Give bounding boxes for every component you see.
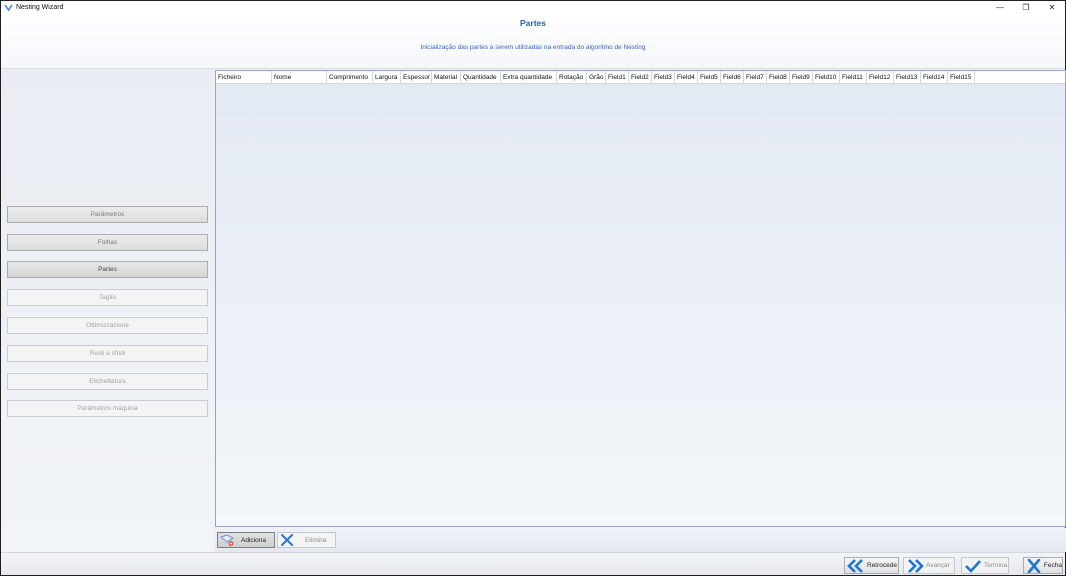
- close-label: Fecha: [1043, 562, 1062, 569]
- column-header[interactable]: Field7: [744, 71, 767, 84]
- column-header[interactable]: Field8: [767, 71, 790, 84]
- nav-step-folhas[interactable]: Folhas: [7, 234, 208, 251]
- nav-step-taglio: Taglio: [7, 289, 208, 306]
- column-header[interactable]: Quantidade: [461, 71, 501, 84]
- column-header[interactable]: Field13: [894, 71, 921, 84]
- double-chevron-right-icon: [905, 558, 925, 573]
- close-window-button[interactable]: ✕: [1039, 1, 1065, 13]
- next-label: Avançar: [926, 562, 950, 569]
- column-header[interactable]: Comprimento: [327, 71, 373, 84]
- column-header[interactable]: Field14: [921, 71, 948, 84]
- column-header[interactable]: Field5: [698, 71, 721, 84]
- restore-button[interactable]: ❐: [1013, 1, 1039, 13]
- app-logo-icon: [4, 3, 13, 12]
- finish-button[interactable]: Termina: [961, 557, 1009, 574]
- delete-part-button[interactable]: Elimina: [277, 532, 336, 548]
- wizard-step-nav: Parâmetros Folhas Partes Taglio Ottimizz…: [1, 69, 214, 552]
- column-header[interactable]: Extra quantidade: [501, 71, 557, 84]
- checkmark-icon: [963, 558, 983, 573]
- column-header[interactable]: Field6: [721, 71, 744, 84]
- grid-header-row: Ficheiro Nome Comprimento Largura Espess…: [216, 71, 1065, 84]
- add-part-label: Adiciona: [241, 536, 266, 544]
- column-header[interactable]: Material: [432, 71, 461, 84]
- nav-step-resti-sfridi: Resti e sfridi: [7, 345, 208, 362]
- column-header[interactable]: Nome: [272, 71, 327, 84]
- double-chevron-left-icon: [846, 558, 866, 573]
- wizard-footer: Retrocede Avançar Termina Fecha: [1, 552, 1065, 575]
- title-bar: Nesting Wizard — ❐ ✕: [1, 1, 1065, 13]
- step-header: Partes Inicialização das partes a serem …: [1, 13, 1065, 69]
- close-button[interactable]: Fecha: [1023, 557, 1063, 574]
- nav-step-parametros-maquina: Parâmetros máquina: [7, 400, 208, 417]
- column-header[interactable]: Field1: [606, 71, 629, 84]
- back-label: Retrocede: [867, 562, 897, 569]
- column-header[interactable]: Field9: [790, 71, 813, 84]
- close-x-icon: [1025, 558, 1043, 573]
- step-title: Partes: [520, 18, 546, 28]
- column-header[interactable]: Field11: [840, 71, 867, 84]
- column-header[interactable]: Field12: [867, 71, 894, 84]
- column-header[interactable]: Field10: [813, 71, 840, 84]
- next-button[interactable]: Avançar: [903, 557, 955, 574]
- column-header[interactable]: Field4: [675, 71, 698, 84]
- step-subtitle: Inicialização das partes a serem utiliza…: [420, 44, 646, 51]
- column-header[interactable]: Rotação: [557, 71, 587, 84]
- delete-part-label: Elimina: [305, 536, 327, 544]
- column-header[interactable]: Field2: [629, 71, 652, 84]
- column-header[interactable]: Espessor: [401, 71, 432, 84]
- add-part-button[interactable]: Adiciona: [217, 532, 275, 548]
- column-header[interactable]: Grão: [587, 71, 606, 84]
- column-header[interactable]: Largura: [373, 71, 401, 84]
- nav-step-partes[interactable]: Partes: [7, 261, 208, 278]
- finish-label: Termina: [984, 562, 1008, 569]
- minimize-button[interactable]: —: [987, 1, 1013, 13]
- delete-x-icon: [279, 533, 295, 547]
- add-part-icon: [219, 533, 235, 547]
- grid-toolbar: Adiciona Elimina: [215, 528, 1066, 552]
- nav-step-ottimizzazione: Ottimizzazione: [7, 317, 208, 334]
- column-header[interactable]: Ficheiro: [216, 71, 272, 84]
- window-title: Nesting Wizard: [16, 3, 64, 11]
- column-header[interactable]: Field15: [948, 71, 975, 84]
- column-header[interactable]: Field3: [652, 71, 675, 84]
- nav-step-parametros[interactable]: Parâmetros: [7, 206, 208, 223]
- nav-step-etichettatura: Etichettatura: [7, 373, 208, 390]
- back-button[interactable]: Retrocede: [844, 557, 899, 574]
- parts-grid[interactable]: Ficheiro Nome Comprimento Largura Espess…: [215, 70, 1066, 527]
- nesting-wizard-window: Nesting Wizard — ❐ ✕ Partes Inicializaçã…: [0, 0, 1066, 576]
